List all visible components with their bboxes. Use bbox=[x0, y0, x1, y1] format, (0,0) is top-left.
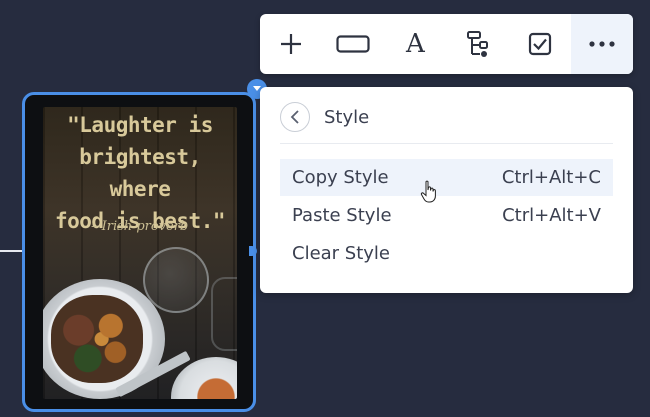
menu-item-shortcut: Ctrl+Alt+C bbox=[501, 167, 601, 188]
quote-line-2: brightest, where bbox=[79, 145, 201, 201]
menu-item-paste-style[interactable]: Paste Style Ctrl+Alt+V bbox=[280, 197, 613, 234]
plus-icon bbox=[281, 34, 302, 54]
menu-item-copy-style[interactable]: Copy Style Ctrl+Alt+C bbox=[280, 159, 613, 196]
menu-item-label: Paste Style bbox=[292, 205, 392, 226]
structure-button[interactable] bbox=[447, 14, 509, 74]
chevron-left-icon bbox=[290, 110, 299, 124]
shape-button[interactable] bbox=[322, 14, 384, 74]
task-button[interactable] bbox=[509, 14, 571, 74]
quote-text: "Laughter is brightest, where food is be… bbox=[43, 109, 237, 237]
menu-title: Style bbox=[324, 106, 370, 128]
quote-image: "Laughter is brightest, where food is be… bbox=[43, 107, 237, 399]
text-button[interactable]: A bbox=[384, 14, 446, 74]
menu-divider bbox=[280, 143, 613, 144]
hand-pointer-icon bbox=[420, 180, 436, 203]
connector-line bbox=[0, 250, 22, 252]
menu-item-label: Copy Style bbox=[292, 167, 389, 188]
menu-item-shortcut: Ctrl+Alt+V bbox=[502, 205, 601, 226]
menu-item-clear-style[interactable]: Clear Style bbox=[280, 235, 613, 272]
more-button[interactable] bbox=[570, 14, 634, 74]
quote-line-1: "Laughter is bbox=[67, 113, 213, 137]
quote-attribution: – Irish proverb bbox=[91, 219, 189, 234]
menu-header: Style bbox=[280, 101, 369, 133]
rectangle-icon bbox=[336, 35, 370, 53]
add-button[interactable] bbox=[260, 14, 322, 74]
more-dots-icon bbox=[589, 41, 615, 47]
glass-illustration-2 bbox=[211, 277, 237, 351]
checkbox-icon bbox=[528, 32, 551, 56]
tree-structure-icon bbox=[466, 31, 488, 57]
menu-item-label: Clear Style bbox=[292, 243, 391, 264]
text-icon: A bbox=[406, 29, 425, 59]
style-menu: Style Copy Style Ctrl+Alt+C Paste Style … bbox=[260, 87, 633, 293]
back-button[interactable] bbox=[280, 102, 310, 132]
floating-toolbar: A bbox=[260, 14, 634, 74]
image-card[interactable]: "Laughter is brightest, where food is be… bbox=[22, 92, 256, 412]
glass-illustration bbox=[143, 247, 209, 313]
food-illustration bbox=[51, 295, 143, 383]
